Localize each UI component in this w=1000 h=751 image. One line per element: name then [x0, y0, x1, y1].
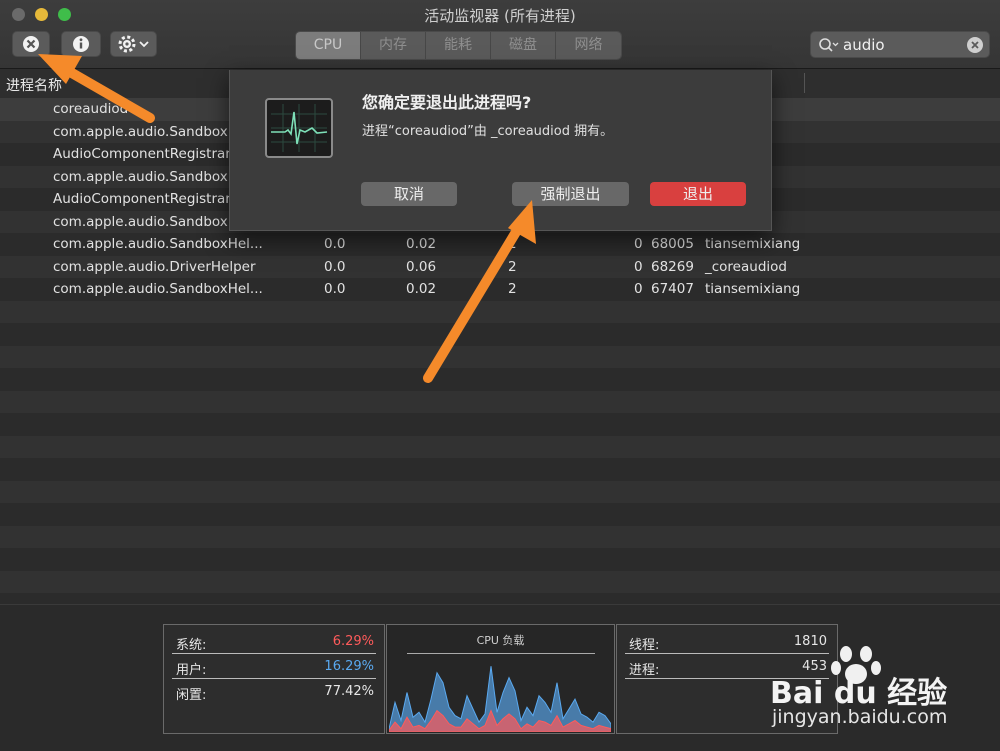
empty-row: [0, 480, 1000, 503]
processes-label: 进程:: [629, 663, 660, 678]
empty-row: [0, 503, 1000, 526]
idle-stat: 闲置: 77.42%: [172, 681, 376, 703]
empty-row: [0, 345, 1000, 368]
column-divider: [804, 73, 805, 93]
search-icon: [819, 38, 839, 52]
table-row[interactable]: com.apple.audio.SandboxHel... 0.0 0.02 2…: [0, 278, 1000, 301]
process-name: coreaudiod: [53, 101, 129, 117]
process-idle-wakeups: 0: [634, 281, 643, 297]
process-name: com.apple.audio.SandboxH: [53, 168, 238, 185]
watermark-url: jingyan.baidu.com: [772, 706, 948, 728]
empty-row: [0, 570, 1000, 593]
dialog-message: 进程“coreaudiod”由 _coreaudiod 拥有。: [362, 124, 614, 139]
empty-row: [0, 548, 1000, 571]
column-header-process-name[interactable]: 进程名称: [6, 75, 62, 95]
threads-value: 1810: [793, 634, 827, 649]
threads-label: 线程:: [629, 638, 660, 653]
process-name: com.apple.audio.SandboxHel...: [53, 281, 263, 297]
cpu-usage-panel: 系统: 6.29% 用户: 16.29% 闲置: 77.42%: [163, 624, 385, 734]
stop-process-icon: [23, 36, 39, 52]
cancel-button[interactable]: 取消: [361, 182, 457, 206]
process-name: AudioComponentRegistrar: [53, 146, 231, 162]
tab-disk[interactable]: 磁盘: [491, 32, 556, 59]
tab-energy[interactable]: 能耗: [426, 32, 491, 59]
empty-row: [0, 458, 1000, 481]
process-cpu: 0.0: [324, 236, 346, 252]
system-label: 系统:: [176, 638, 207, 653]
process-user: _coreaudiod: [705, 258, 787, 275]
tab-cpu[interactable]: CPU: [296, 32, 361, 59]
empty-row: [0, 593, 1000, 603]
process-name: com.apple.audio.DriverHelper: [53, 258, 256, 275]
info-icon: [73, 36, 89, 52]
baidu-jingyan-watermark: Bai du 经验 jingyan.baidu.com: [768, 646, 998, 745]
empty-row: [0, 390, 1000, 413]
clear-search-icon[interactable]: [965, 35, 985, 55]
search-input[interactable]: audio: [843, 36, 885, 54]
empty-row: [0, 435, 1000, 458]
process-cpu: 0.0: [324, 281, 346, 297]
activity-monitor-app-icon: [265, 98, 333, 158]
user-stat: 用户: 16.29%: [172, 656, 376, 679]
system-value: 6.29%: [332, 634, 374, 649]
process-cpu-time: 0.06: [406, 258, 437, 275]
user-label: 用户:: [176, 663, 207, 678]
process-cpu: 0.0: [324, 258, 346, 275]
quit-button[interactable]: 退出: [650, 182, 746, 206]
cpu-load-chart: [389, 666, 611, 732]
toolbar: 活动监视器 (所有进程) CPU 内存 能耗 磁盘 网络 audio: [0, 0, 1000, 69]
process-threads: 2: [508, 258, 517, 275]
process-idle-wakeups: 0: [634, 258, 643, 275]
process-user: tiansemixiang: [705, 236, 801, 252]
process-idle-wakeups: 0: [634, 236, 643, 252]
process-name: com.apple.audio.SandboxH: [53, 123, 238, 140]
window-title: 活动监视器 (所有进程): [424, 7, 576, 25]
quit-process-dialog: 您确定要退出此进程吗? 进程“coreaudiod”由 _coreaudiod …: [229, 70, 772, 231]
empty-row: [0, 368, 1000, 391]
inspect-process-button[interactable]: [61, 31, 101, 57]
process-pid: 67407: [651, 281, 694, 297]
stop-process-button[interactable]: [12, 31, 50, 57]
table-row[interactable]: com.apple.audio.SandboxHel... 0.0 0.02 2…: [0, 233, 1000, 256]
process-user: tiansemixiang: [705, 281, 801, 297]
process-threads: 2: [508, 281, 517, 297]
action-menu-button[interactable]: [110, 31, 157, 57]
tab-network[interactable]: 网络: [556, 32, 621, 59]
empty-row: [0, 323, 1000, 346]
idle-value: 77.42%: [324, 684, 374, 699]
dialog-title: 您确定要退出此进程吗?: [362, 93, 532, 112]
process-name: com.apple.audio.SandboxHel...: [53, 236, 263, 252]
process-cpu-time: 0.02: [406, 236, 437, 252]
empty-row: [0, 300, 1000, 323]
table-row[interactable]: com.apple.audio.DriverHelper 0.0 0.06 2 …: [0, 255, 1000, 278]
view-tabs: CPU 内存 能耗 磁盘 网络: [295, 31, 622, 60]
gear-icon: [118, 35, 149, 53]
process-pid: 68005: [651, 236, 694, 252]
chart-divider: [407, 653, 595, 654]
process-name: AudioComponentRegistrar: [53, 191, 231, 207]
cpu-load-title: CPU 负载: [476, 634, 525, 647]
empty-row: [0, 413, 1000, 436]
process-pid: 68269: [651, 258, 694, 275]
idle-label: 闲置:: [176, 688, 207, 703]
process-cpu-time: 0.02: [406, 281, 437, 297]
process-name: com.apple.audio.SandboxH: [53, 213, 238, 230]
process-threads: 2: [508, 236, 517, 252]
tab-memory[interactable]: 内存: [361, 32, 426, 59]
cpu-load-panel: CPU 负载: [386, 624, 615, 734]
system-stat: 系统: 6.29%: [172, 631, 376, 654]
user-value: 16.29%: [324, 659, 374, 674]
empty-row: [0, 525, 1000, 548]
search-field[interactable]: audio: [810, 31, 990, 58]
force-quit-button[interactable]: 强制退出: [512, 182, 629, 206]
